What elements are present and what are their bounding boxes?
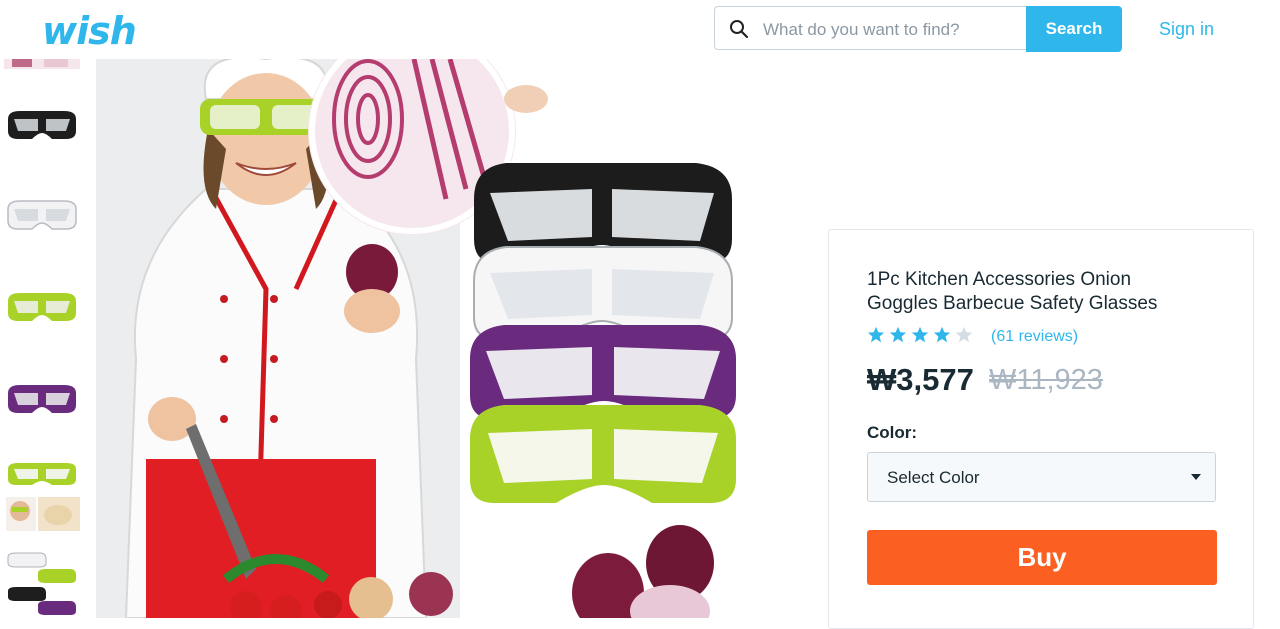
sign-in-link[interactable]: Sign in xyxy=(1159,19,1214,40)
top-header: wish Search Sign in xyxy=(0,0,1280,59)
chevron-down-icon xyxy=(1191,474,1201,480)
search-icon xyxy=(730,20,749,39)
color-select[interactable]: Select Color xyxy=(867,452,1216,502)
product-photo xyxy=(96,59,760,618)
green-goggles-model-thumbnail[interactable] xyxy=(4,457,80,533)
product-title: 1Pc Kitchen Accessories Onion Goggles Ba… xyxy=(867,269,1158,314)
reviews-link[interactable]: (61 reviews) xyxy=(991,328,1078,346)
wish-logo[interactable]: wish xyxy=(42,9,137,53)
star-icon-filled xyxy=(867,326,885,343)
search-box xyxy=(714,6,1026,50)
original-price: ₩11,923 xyxy=(989,364,1103,396)
rating-stars xyxy=(867,326,977,346)
color-label: Color: xyxy=(867,423,918,442)
purple-goggles-thumbnail[interactable] xyxy=(4,371,80,431)
product-info-panel: 1Pc Kitchen Accessories Onion Goggles Ba… xyxy=(828,229,1254,629)
star-icon-filled xyxy=(911,326,929,343)
white-goggles-thumbnail[interactable] xyxy=(4,187,80,247)
current-price: ₩3,577 xyxy=(867,362,974,397)
search-input[interactable] xyxy=(761,15,1021,45)
onion-cut-thumbnail[interactable] xyxy=(4,59,80,71)
main-product-image[interactable] xyxy=(96,59,760,618)
goggles-stack xyxy=(470,163,736,503)
black-goggles-thumbnail[interactable] xyxy=(4,97,80,157)
color-select-value: Select Color xyxy=(887,468,980,487)
thumbnail-strip xyxy=(0,59,84,618)
search-button[interactable]: Search xyxy=(1026,6,1122,52)
star-icon-filled xyxy=(933,326,951,343)
green-goggles-thumbnail[interactable] xyxy=(4,279,80,339)
star-icon-filled xyxy=(889,326,907,343)
star-icon-empty xyxy=(955,326,973,343)
multi-goggles-thumbnail[interactable] xyxy=(4,551,80,618)
buy-button[interactable]: Buy xyxy=(867,530,1217,585)
